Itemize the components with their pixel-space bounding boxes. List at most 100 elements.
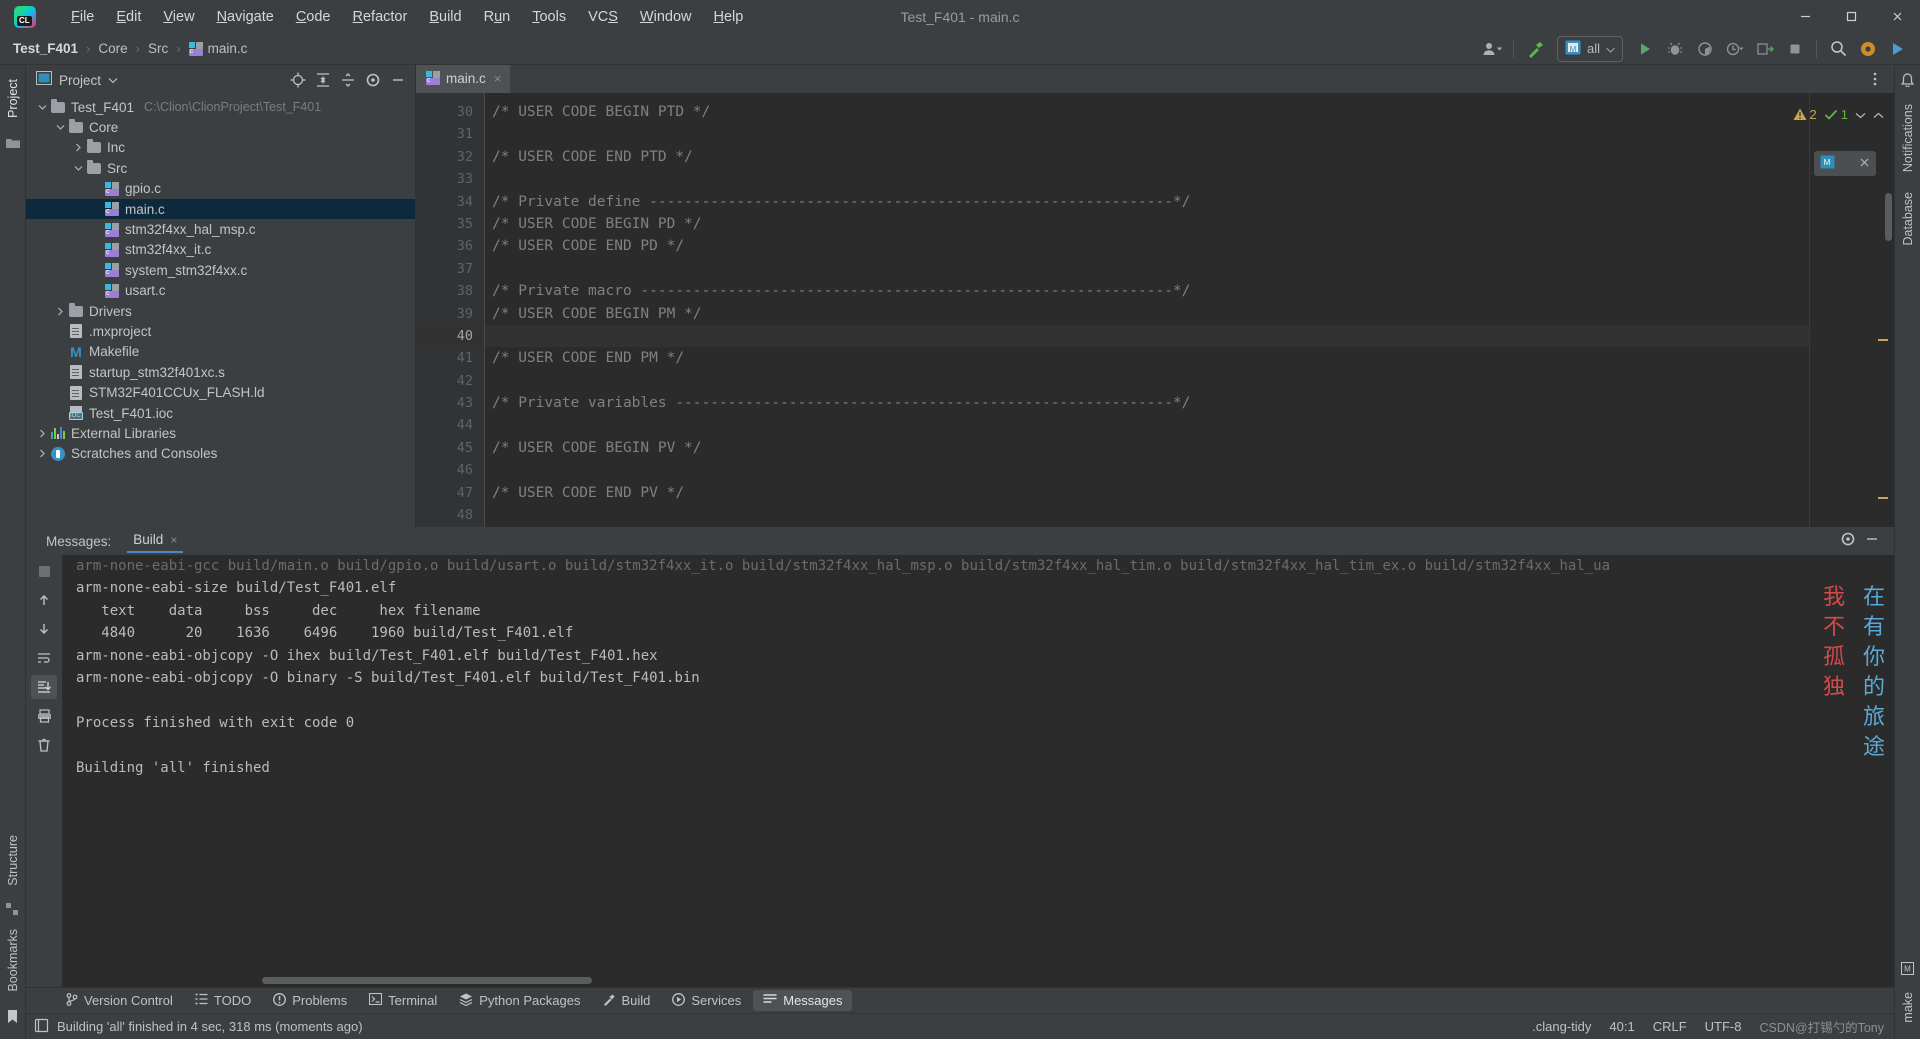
- line-number[interactable]: 41: [416, 347, 484, 369]
- run-with-coverage-button[interactable]: [1691, 36, 1719, 62]
- line-number[interactable]: 40: [416, 325, 484, 347]
- project-folder-icon[interactable]: [6, 136, 20, 154]
- editor-tab-main-c[interactable]: c main.c ×: [416, 65, 510, 93]
- line-number[interactable]: 43: [416, 392, 484, 414]
- sidebar-tab-structure[interactable]: Structure: [3, 827, 23, 894]
- menu-item-code[interactable]: Code: [285, 5, 342, 29]
- toolwindow-tab-build[interactable]: Build: [592, 990, 660, 1012]
- line-number[interactable]: 32: [416, 146, 484, 168]
- line-number[interactable]: 37: [416, 258, 484, 280]
- run-configuration-selector[interactable]: M all: [1557, 36, 1623, 62]
- code-line[interactable]: /* USER CODE BEGIN PM */: [485, 303, 1809, 325]
- code-line[interactable]: [485, 325, 1809, 347]
- stop-button[interactable]: [1781, 36, 1809, 62]
- tree-node[interactable]: STM32F401CCUx_FLASH.ld: [26, 382, 415, 402]
- ok-count-badge[interactable]: 1: [1824, 107, 1848, 122]
- tree-node[interactable]: Drivers: [26, 301, 415, 321]
- tree-node[interactable]: cusart.c: [26, 281, 415, 301]
- code-line[interactable]: [485, 258, 1809, 280]
- sidebar-tab-bookmarks[interactable]: Bookmarks: [3, 921, 23, 1000]
- menu-item-help[interactable]: Help: [702, 5, 754, 29]
- up-arrow-icon[interactable]: [31, 588, 57, 612]
- toolwindow-tab-version-control[interactable]: Version Control: [56, 990, 183, 1012]
- line-number[interactable]: 30: [416, 101, 484, 123]
- code-line[interactable]: [485, 168, 1809, 190]
- line-number[interactable]: 42: [416, 370, 484, 392]
- attach-to-process-button[interactable]: [1751, 36, 1779, 62]
- inspection-chevron-down-icon[interactable]: [1855, 107, 1866, 122]
- tree-node[interactable]: csystem_stm32f4xx.c: [26, 260, 415, 280]
- code-line[interactable]: [485, 459, 1809, 481]
- line-number[interactable]: 44: [416, 414, 484, 436]
- menu-item-refactor[interactable]: Refactor: [342, 5, 419, 29]
- code-line[interactable]: [485, 414, 1809, 436]
- breadcrumb-subfolder[interactable]: Src: [145, 41, 171, 56]
- close-button[interactable]: [1874, 0, 1920, 33]
- scroll-to-end-icon[interactable]: [31, 675, 57, 699]
- menu-item-run[interactable]: Run: [473, 5, 522, 29]
- print-icon[interactable]: [31, 704, 57, 728]
- code-line[interactable]: /* USER CODE END PTD */: [485, 146, 1809, 168]
- status-caret-position[interactable]: 40:1: [1609, 1019, 1634, 1034]
- line-number[interactable]: 33: [416, 168, 484, 190]
- code-line[interactable]: [485, 123, 1809, 145]
- line-number[interactable]: 34: [416, 191, 484, 213]
- editor-viewport[interactable]: 30313233343536373839404142434445464748 /…: [416, 93, 1894, 527]
- line-number[interactable]: 35: [416, 213, 484, 235]
- editor-tab-close-icon[interactable]: ×: [494, 71, 502, 86]
- code-line[interactable]: /* USER CODE END PV */: [485, 482, 1809, 504]
- account-icon[interactable]: [1478, 36, 1506, 62]
- project-pane-chevron-down-icon[interactable]: [108, 71, 118, 89]
- project-tree[interactable]: Test_F401C:\Clion\ClionProject\Test_F401…: [26, 95, 415, 527]
- tree-node[interactable]: Test_F401C:\Clion\ClionProject\Test_F401: [26, 97, 415, 117]
- tree-expand-arrow-icon[interactable]: [36, 104, 49, 111]
- line-number[interactable]: 47: [416, 482, 484, 504]
- notifications-bell-icon[interactable]: [1901, 73, 1914, 92]
- tree-node[interactable]: cmain.c: [26, 199, 415, 219]
- messages-tab-close-icon[interactable]: ×: [170, 533, 177, 547]
- floating-close-icon[interactable]: [1859, 157, 1870, 171]
- tree-node[interactable]: startup_stm32f401xc.s: [26, 362, 415, 382]
- breadcrumb-folder[interactable]: Core: [95, 41, 130, 56]
- bookmark-icon[interactable]: [7, 1010, 18, 1029]
- tree-node[interactable]: Src: [26, 158, 415, 178]
- toolwindow-tab-messages[interactable]: Messages: [753, 990, 852, 1011]
- warning-stripe-2[interactable]: [1878, 497, 1888, 499]
- toolwindow-tab-services[interactable]: Services: [662, 990, 751, 1012]
- breadcrumb-project[interactable]: Test_F401: [10, 41, 81, 56]
- tree-node[interactable]: IOCTest_F401.ioc: [26, 403, 415, 423]
- tree-node[interactable]: cstm32f4xx_it.c: [26, 240, 415, 260]
- structure-icon[interactable]: [6, 903, 19, 921]
- make-target-icon[interactable]: M: [1901, 962, 1914, 980]
- debug-button[interactable]: [1661, 36, 1689, 62]
- line-number[interactable]: 39: [416, 303, 484, 325]
- tree-node[interactable]: External Libraries: [26, 423, 415, 443]
- sidebar-tab-database[interactable]: Database: [1898, 184, 1918, 254]
- tree-node[interactable]: .mxproject: [26, 321, 415, 341]
- build-console[interactable]: 我不孤独 在有你的旅途 arm-none-eabi-gcc build/main…: [62, 555, 1894, 987]
- tree-expand-arrow-icon[interactable]: [72, 165, 85, 172]
- menu-item-navigate[interactable]: Navigate: [206, 5, 285, 29]
- tree-node[interactable]: Scratches and Consoles: [26, 444, 415, 464]
- editor-options-icon[interactable]: [1864, 68, 1886, 90]
- collapse-all-icon[interactable]: [337, 69, 359, 91]
- warning-stripe-1[interactable]: [1878, 339, 1888, 341]
- tree-node[interactable]: cgpio.c: [26, 179, 415, 199]
- messages-tab-build[interactable]: Build ×: [127, 529, 183, 553]
- inspection-widget[interactable]: 2 1: [1793, 107, 1884, 122]
- code-line[interactable]: /* USER CODE BEGIN PV */: [485, 437, 1809, 459]
- search-everywhere-icon[interactable]: [1824, 36, 1852, 62]
- status-message-icon[interactable]: [34, 1018, 49, 1036]
- code-line[interactable]: /* Private macro -----------------------…: [485, 280, 1809, 302]
- sidebar-tab-project[interactable]: Project: [3, 71, 23, 126]
- tree-node[interactable]: Inc: [26, 138, 415, 158]
- menu-item-file[interactable]: File: [60, 5, 105, 29]
- maximize-button[interactable]: [1828, 0, 1874, 33]
- status-line-separator[interactable]: CRLF: [1653, 1019, 1687, 1034]
- menu-item-view[interactable]: View: [152, 5, 205, 29]
- menu-item-window[interactable]: Window: [629, 5, 703, 29]
- console-horizontal-scrollbar[interactable]: [262, 977, 592, 984]
- tree-expand-arrow-icon[interactable]: [54, 124, 67, 131]
- tree-node[interactable]: Core: [26, 117, 415, 137]
- messages-settings-gear-icon[interactable]: [1840, 531, 1856, 552]
